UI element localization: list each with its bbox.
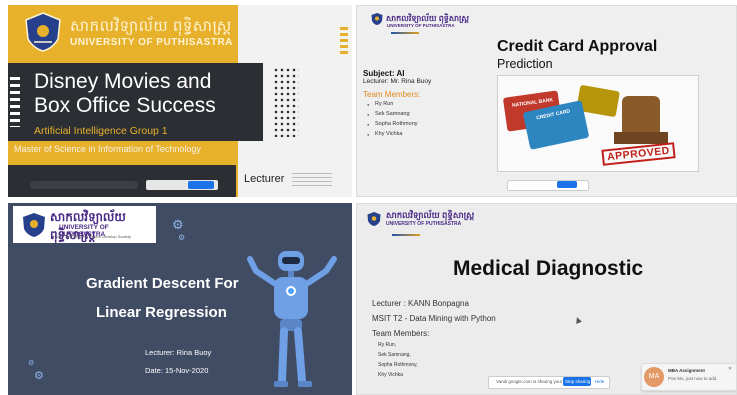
slide-subtitle: Artificial Intelligence Group 1 (34, 125, 168, 137)
slide-title-line2: Prediction (497, 57, 553, 71)
team-members-heading: Team Members: (363, 90, 421, 99)
lecturer-label: Lecturer: Rina Buoy (145, 348, 212, 357)
university-logo-box: សាកលវិទ្យាល័យ ពុទ្ធិសាស្ត្រ UNIVERSITY O… (13, 206, 156, 243)
slide-disney-movies: សាកលវិទ្យាល័យ ពុទ្ធិសាស្ត្រ UNIVERSITY O… (8, 5, 352, 197)
notification-toast[interactable]: MA MBA Assignment Poe Mo, just now to ad… (641, 363, 736, 391)
accent-underline (391, 32, 419, 34)
presentation-toolbar[interactable] (30, 181, 138, 189)
lecturer-label: Lecturer : KANN Bonpagna (372, 299, 469, 308)
gear-icon: ⚙ (34, 370, 44, 382)
team-member: Sopha Rothmony (367, 121, 417, 127)
date-label: Date: 15-Nov-2020 (145, 366, 209, 375)
university-crest-icon (371, 13, 383, 25)
stop-sharing-label[interactable]: Stop sharing (565, 379, 590, 384)
university-crest-icon (367, 212, 381, 226)
slide-title: Medical Diagnostic (453, 257, 644, 280)
university-crest-icon (25, 12, 61, 52)
lecturer-label: Lecturer: Mr. Rina Buoy (363, 78, 432, 85)
mouse-cursor-icon (574, 316, 582, 324)
notification-body: Poe Mo, just now to add (668, 376, 717, 381)
university-name: UNIVERSITY OF PUTHISASTRA (387, 23, 455, 28)
gear-icon: ⚙ (178, 233, 186, 242)
gear-icon: ⚙ (28, 360, 35, 367)
decorative-dot-grid (273, 67, 299, 137)
small-text-block (292, 173, 332, 187)
slide-credit-card-approval: សាកលវិទ្យាល័យ ពុទ្ធិសាស្ត្រ UNIVERSITY O… (356, 5, 737, 197)
lecturer-label: Lecturer (244, 173, 285, 185)
decorative-stripes (340, 27, 348, 55)
program-name: Master of Science in Information of Tech… (14, 144, 201, 154)
avatar: MA (644, 367, 664, 387)
stop-sharing-button[interactable] (557, 181, 577, 188)
slide-title: Credit Card Approval (497, 38, 658, 55)
team-member: Khy Vichka (367, 131, 403, 137)
team-member: Sek Samnang, (378, 352, 411, 358)
hide-button[interactable]: Hide (595, 379, 604, 384)
slide-title-line1: Gradient Descent For (86, 275, 239, 292)
team-members-heading: Team Members: (372, 329, 430, 338)
rubber-stamp-base (614, 132, 668, 144)
credit-card-illustration: NATIONAL BANK CREDIT CARD APPROVED (497, 75, 699, 172)
team-member: Sek Samnang (367, 111, 409, 117)
gear-icon: ⚙ (172, 217, 184, 232)
decorative-stripes-left (10, 77, 20, 127)
university-crest-icon (23, 213, 45, 237)
stop-sharing-button[interactable] (188, 181, 214, 189)
close-icon[interactable]: ✕ (728, 366, 732, 372)
slide-medical-diagnostic: សាកលវិទ្យាល័យ ពុទ្ធិសាស្ត្រ UNIVERSITY O… (356, 203, 737, 395)
course-label: MSIT T2 - Data Mining with Python (372, 314, 496, 323)
team-member: Sopha Rothmony, (378, 362, 418, 368)
subject-label: Subject: AI (363, 69, 405, 78)
slide-gradient-descent: សាកលវិទ្យាល័យ ពុទ្ធិសាស្ត្រ UNIVERSITY O… (8, 203, 352, 395)
notification-title: MBA Assignment (668, 368, 705, 373)
university-name: UNIVERSITY OF PUTHISASTRA (386, 221, 462, 227)
approved-stamp: APPROVED (601, 142, 676, 166)
rubber-stamp-icon (622, 96, 660, 136)
university-name-khmer: សាកលវិទ្យាល័យ ពុទ្ធិសាស្ត្រ (70, 18, 232, 35)
robot-icon (247, 251, 337, 387)
slide-title-line2: Linear Regression (96, 304, 227, 321)
university-name: UNIVERSITY OF PUTHISASTRA (70, 37, 233, 48)
slide-title-line2: Box Office Success (34, 94, 216, 117)
university-motto: Honor Self Respect Others Develop Societ… (53, 234, 131, 239)
slide-title-line1: Disney Movies and (34, 70, 212, 93)
accent-underline (392, 234, 420, 236)
team-member: Ry Run (367, 101, 393, 107)
team-member: Ry Run, (378, 342, 397, 348)
team-member: Khy Vichka (378, 372, 403, 378)
